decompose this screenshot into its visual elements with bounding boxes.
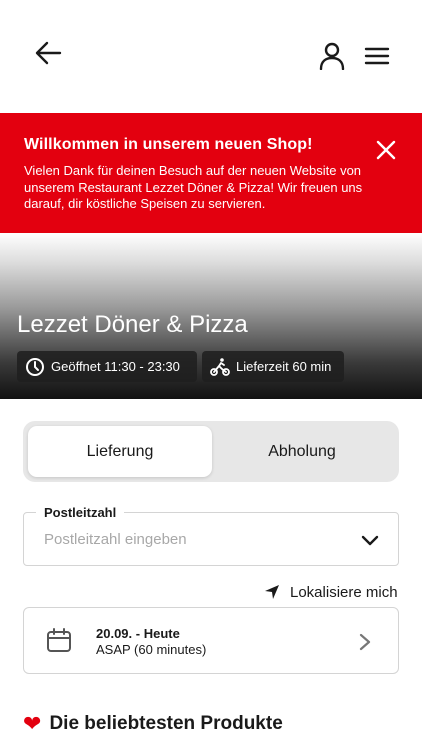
delivery-time-text: Lieferzeit 60 min bbox=[236, 359, 332, 374]
tab-abholung[interactable]: Abholung bbox=[210, 426, 394, 477]
tab-lieferung[interactable]: Lieferung bbox=[28, 426, 212, 477]
locate-me-label: Lokalisiere mich bbox=[290, 583, 398, 601]
close-icon[interactable] bbox=[374, 138, 398, 162]
schedule-selector[interactable]: 20.09. - Heute ASAP (60 minutes) bbox=[23, 607, 399, 674]
popular-products-heading: ❤ Die beliebtesten Produkte bbox=[23, 713, 283, 735]
order-mode-toggle: Lieferung Abholung bbox=[23, 421, 399, 482]
user-icon[interactable] bbox=[318, 42, 346, 70]
postal-code-field: Postleitzahl bbox=[23, 505, 399, 566]
delivery-bike-icon bbox=[210, 357, 230, 376]
clock-icon bbox=[26, 357, 44, 376]
opening-hours-badge: Geöffnet 11:30 - 23:30 bbox=[17, 351, 197, 382]
chevron-down-icon[interactable] bbox=[360, 533, 380, 549]
chevron-right-icon bbox=[359, 633, 371, 651]
postal-code-label: Postleitzahl bbox=[36, 505, 125, 520]
postal-code-input[interactable] bbox=[44, 531, 344, 548]
banner-text: Vielen Dank für deinen Besuch auf der ne… bbox=[24, 163, 363, 211]
restaurant-hero: Lezzet Döner & Pizza Geöffnet 11:30 - 23… bbox=[0, 233, 422, 399]
delivery-time-badge: Lieferzeit 60 min bbox=[202, 351, 344, 382]
welcome-banner: Willkommen in unserem neuen Shop! Vielen… bbox=[0, 113, 422, 233]
opening-hours-text: Geöffnet 11:30 - 23:30 bbox=[51, 359, 180, 374]
restaurant-name: Lezzet Döner & Pizza bbox=[17, 311, 248, 338]
locate-me-button[interactable]: Lokalisiere mich bbox=[264, 582, 398, 602]
top-bar bbox=[0, 0, 422, 112]
calendar-icon bbox=[47, 628, 71, 652]
banner-title: Willkommen in unserem neuen Shop! bbox=[24, 136, 313, 153]
schedule-date: 20.09. - Heute bbox=[96, 626, 180, 641]
location-arrow-icon bbox=[265, 585, 279, 599]
arrow-left-icon[interactable] bbox=[34, 40, 62, 66]
schedule-time: ASAP (60 minutes) bbox=[96, 642, 207, 657]
popular-products-title: Die beliebtesten Produkte bbox=[49, 713, 283, 734]
hamburger-menu-icon[interactable] bbox=[364, 44, 390, 68]
heart-icon: ❤ bbox=[23, 711, 42, 736]
